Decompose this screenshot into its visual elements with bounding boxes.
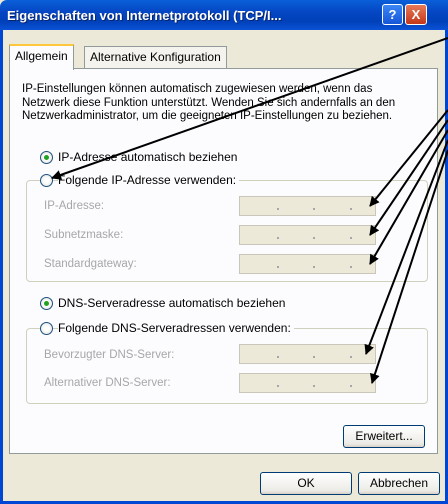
annotation-arrows (51, 37, 448, 384)
dialog-window: Eigenschaften von Internetprotokoll (TCP… (0, 0, 448, 504)
tab-allgemein[interactable]: Allgemein (9, 44, 74, 70)
arrow-to-preferred-dns-field (364, 139, 448, 355)
arrow-to-subnet-mask-field (369, 119, 448, 236)
arrow-to-ip-manual-radio (51, 37, 448, 180)
arrow-to-alternate-dns-field (370, 149, 448, 384)
arrow-to-ip-address-field (369, 109, 448, 207)
